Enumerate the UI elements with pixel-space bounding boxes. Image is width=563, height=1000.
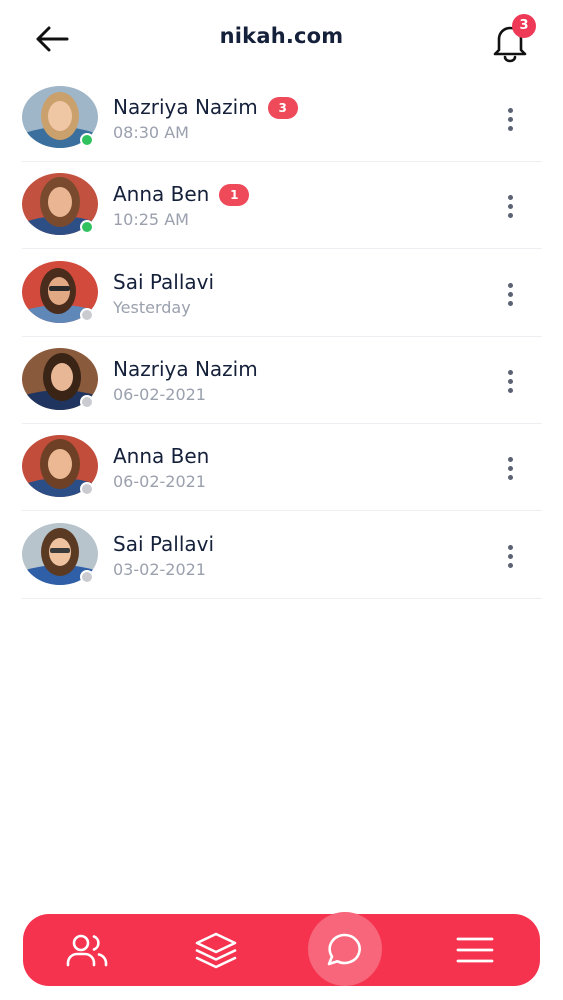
chat-row[interactable]: Anna Ben 06-02-2021 [22,423,542,511]
last-message-time: 06-02-2021 [113,472,206,491]
contact-name: Nazriya Nazim 3 [113,95,298,119]
unread-count-badge: 1 [219,184,250,206]
notification-count-badge: 3 [512,14,536,38]
more-options-button[interactable] [496,451,524,485]
more-vertical-icon [507,282,513,288]
contact-name: Anna Ben [113,444,210,468]
nav-layers[interactable] [176,914,256,986]
more-vertical-icon [507,456,513,462]
more-vertical-icon [507,369,513,375]
online-status-dot [80,133,94,147]
offline-status-dot [80,308,94,322]
more-vertical-icon [507,194,513,200]
last-message-time: 03-02-2021 [113,560,206,579]
offline-status-dot [80,482,94,496]
nav-users[interactable] [47,914,127,986]
chat-row[interactable]: Anna Ben 1 10:25 AM [22,161,542,249]
more-options-button[interactable] [496,102,524,136]
chat-row[interactable]: Nazriya Nazim 3 08:30 AM [22,74,542,162]
layers-icon [195,932,237,969]
offline-status-dot [80,395,94,409]
users-icon [66,934,108,967]
nav-chat[interactable] [305,912,385,986]
app-title: nikah.com [219,24,344,48]
app-header: nikah.com 3 [0,0,563,78]
contact-name: Anna Ben 1 [113,182,250,206]
chat-row[interactable]: Sai Pallavi 03-02-2021 [22,511,542,599]
menu-icon [456,937,494,963]
more-options-button[interactable] [496,364,524,398]
chat-icon [327,933,361,966]
chat-row[interactable]: Nazriya Nazim 06-02-2021 [22,336,542,424]
more-options-button[interactable] [496,277,524,311]
notifications-button[interactable]: 3 [484,14,540,64]
more-vertical-icon [507,107,513,113]
last-message-time: Yesterday [113,298,191,317]
nav-menu[interactable] [435,914,515,986]
more-vertical-icon [507,544,513,550]
unread-count-badge: 3 [267,97,298,119]
more-options-button[interactable] [496,539,524,573]
contact-name: Sai Pallavi [113,270,215,294]
last-message-time: 06-02-2021 [113,385,206,404]
last-message-time: 08:30 AM [113,123,189,142]
bottom-navigation [23,912,540,986]
chat-row[interactable]: Sai Pallavi Yesterday [22,249,542,337]
online-status-dot [80,220,94,234]
last-message-time: 10:25 AM [113,210,189,229]
more-options-button[interactable] [496,189,524,223]
offline-status-dot [80,570,94,584]
contact-name: Sai Pallavi [113,532,215,556]
contact-name: Nazriya Nazim [113,357,258,381]
